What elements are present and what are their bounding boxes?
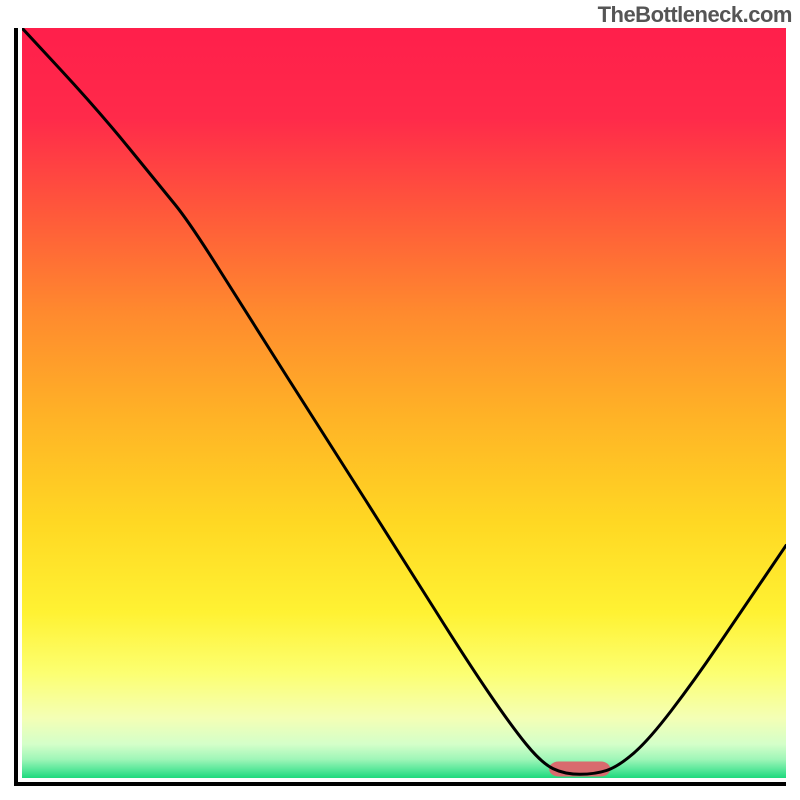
plot-area [22,28,786,778]
chart-frame: TheBottleneck.com [0,0,800,800]
plot-axes [14,28,786,786]
gradient-background [22,28,786,778]
watermark-text: TheBottleneck.com [598,2,792,28]
plot-svg [22,28,786,778]
